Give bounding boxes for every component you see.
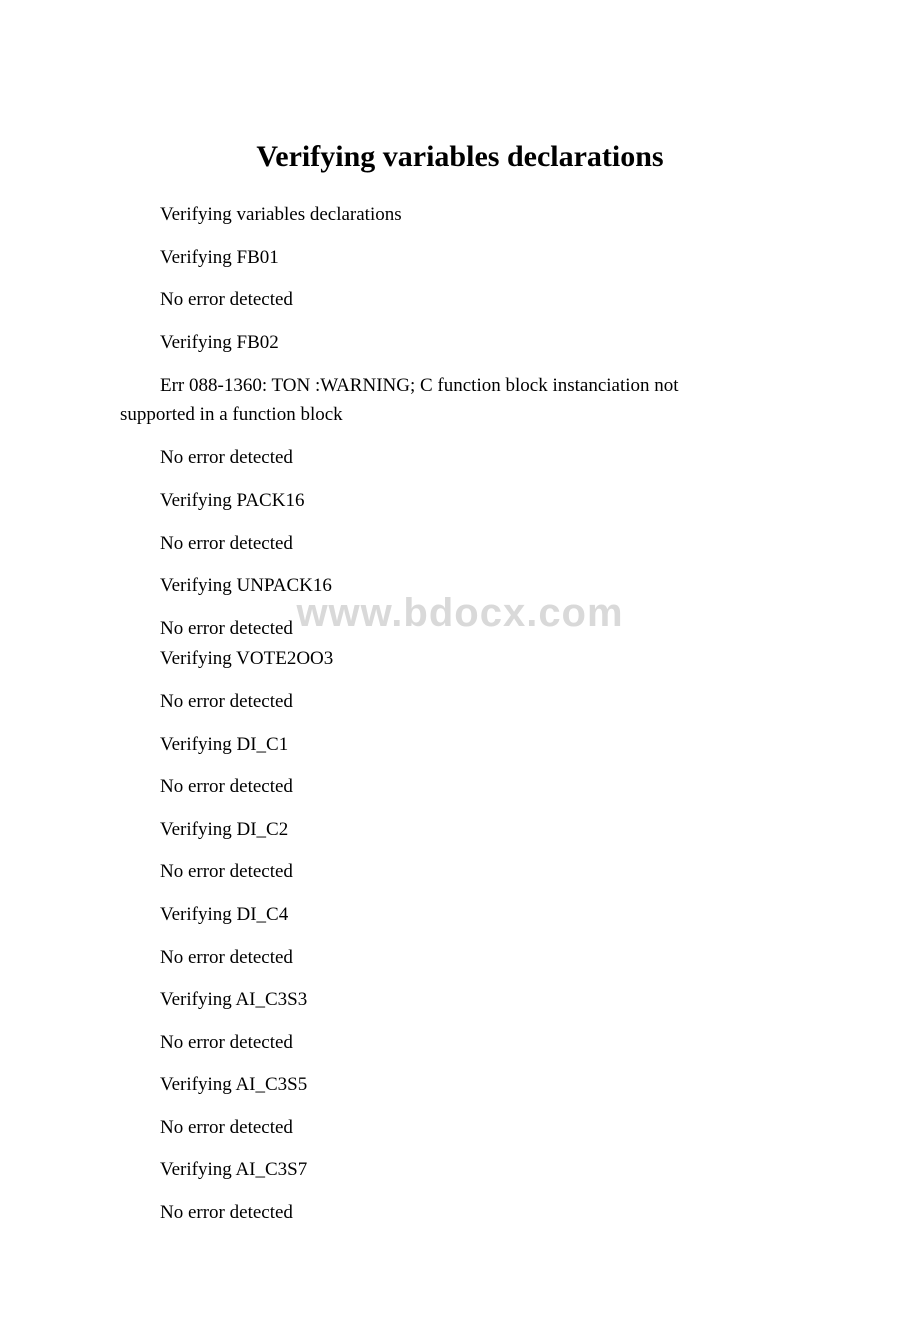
document-content: Verifying variables declarations Verifyi… — [120, 140, 800, 1227]
log-line: No error detected — [160, 774, 800, 801]
log-error-line-2: supported in a function block — [120, 401, 800, 430]
log-line: No error detected — [160, 945, 800, 972]
log-line: Verifying DI_C1 — [160, 732, 800, 759]
log-line: No error detected — [160, 689, 800, 716]
log-line: No error detected — [160, 859, 800, 886]
log-line: No error detected — [160, 287, 800, 314]
log-line: Verifying VOTE2OO3 — [160, 646, 800, 673]
log-line: Verifying FB02 — [160, 330, 800, 357]
log-line: No error detected — [160, 616, 800, 643]
log-line: Verifying AI_C3S7 — [160, 1157, 800, 1184]
log-error-block: Err 088-1360: TON :WARNING; C function b… — [160, 372, 800, 429]
log-line: No error detected — [160, 531, 800, 558]
log-line: Verifying AI_C3S3 — [160, 987, 800, 1014]
log-line: Verifying UNPACK16 — [160, 573, 800, 600]
log-line: No error detected — [160, 1030, 800, 1057]
log-line: Verifying FB01 — [160, 245, 800, 272]
log-line: Verifying DI_C4 — [160, 902, 800, 929]
log-line: Verifying PACK16 — [160, 488, 800, 515]
page-title: Verifying variables declarations — [120, 140, 800, 174]
log-line: No error detected — [160, 1115, 800, 1142]
log-line: No error detected — [160, 445, 800, 472]
log-line: Verifying variables declarations — [160, 202, 800, 229]
log-line: No error detected — [160, 1200, 800, 1227]
log-line: Verifying DI_C2 — [160, 817, 800, 844]
log-line: Verifying AI_C3S5 — [160, 1072, 800, 1099]
log-error-line-1: Err 088-1360: TON :WARNING; C function b… — [160, 372, 800, 401]
